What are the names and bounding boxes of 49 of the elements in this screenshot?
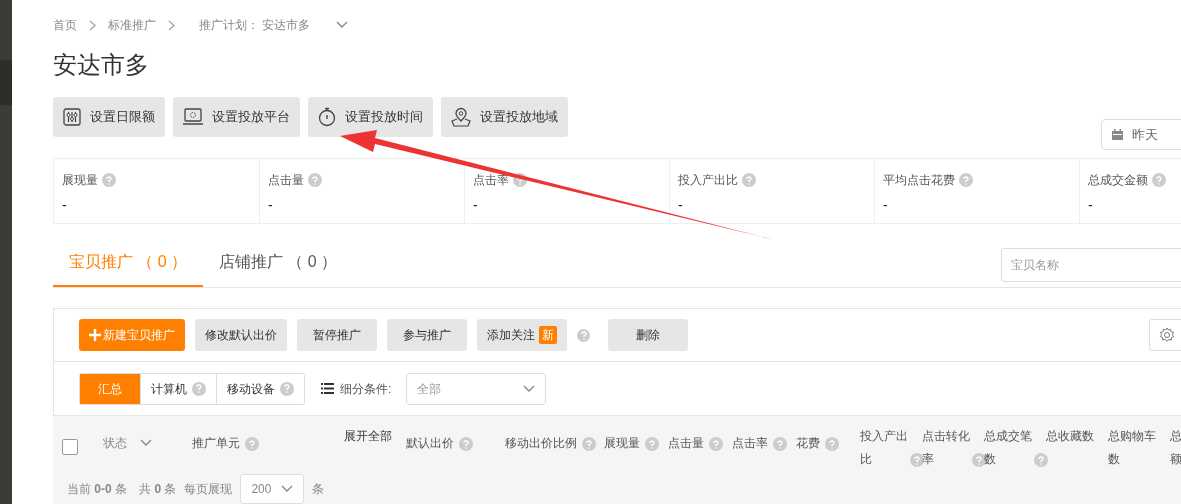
metric-label: 点击量	[268, 172, 304, 189]
toolbar-button[interactable]: 删除	[608, 319, 688, 351]
metric-value: -	[1088, 196, 1094, 215]
settings-button[interactable]: 设置日限额	[53, 97, 165, 137]
expand-link[interactable]: 展开全部	[344, 425, 392, 448]
column-header: 花费	[796, 435, 820, 452]
column-header: 点击转化率	[922, 428, 970, 468]
metric-label: 平均点击花费	[883, 172, 955, 189]
metric-value: -	[678, 196, 684, 215]
column-header: 点击率	[732, 435, 768, 452]
date-picker[interactable]: 昨天	[1101, 119, 1181, 150]
column-header: 总成交笔数	[984, 428, 1032, 468]
metric-label: 展现量	[62, 172, 98, 189]
metric-label: 点击率	[473, 172, 509, 189]
metric-label: 投入产出比	[678, 172, 738, 189]
column-header: 总额	[1170, 428, 1181, 468]
settings-button[interactable]: 设置投放时间	[308, 97, 433, 137]
toolbar-button[interactable]: 添加关注 新	[477, 319, 567, 351]
toolbar-button[interactable]: 修改默认出价	[195, 319, 287, 351]
toolbar-button[interactable]: 参与推广	[387, 319, 467, 351]
metric-value: -	[268, 196, 274, 215]
segment-tab[interactable]: 移动设备	[216, 373, 304, 404]
metric-label: 总成交金额	[1088, 172, 1148, 189]
column-header: 推广单元	[192, 435, 240, 452]
page-size-select[interactable]: 200	[240, 474, 305, 504]
column-header: 总购物车数	[1108, 428, 1156, 468]
column-header: 投入产出比	[860, 428, 908, 468]
new-badge: 新	[539, 326, 557, 344]
metric-value: -	[883, 196, 889, 215]
page-size-label: 每页展现	[184, 481, 233, 498]
filter-label: 细分条件:	[340, 380, 392, 398]
page-title: 安达市多	[53, 50, 150, 80]
tab[interactable]: 店铺推广 （ 0 ）	[203, 239, 353, 287]
total-text: 共 0 条	[139, 481, 177, 498]
breadcrumb-link[interactable]: 首页	[53, 16, 77, 34]
column-header: 展现量	[604, 435, 640, 452]
metric-value: -	[473, 196, 479, 215]
column-header: 总收藏数	[1046, 428, 1094, 445]
settings-button[interactable]: 设置投放平台	[173, 97, 300, 137]
range-text: 当前 0-0 条	[67, 481, 128, 498]
column-header: 默认出价	[406, 435, 454, 452]
breadcrumb-link[interactable]: 推广计划： 安达市多	[199, 16, 311, 34]
toolbar-button[interactable]: 暂停推广	[297, 319, 377, 351]
breadcrumb-link[interactable]: 标准推广	[108, 16, 156, 34]
unit-text: 条	[312, 481, 325, 498]
metric-value: -	[62, 196, 68, 215]
column-header: 点击量	[668, 435, 704, 452]
settings-button[interactable]: 设置投放地域	[441, 97, 568, 137]
column-header: 移动出价比例	[505, 435, 577, 452]
